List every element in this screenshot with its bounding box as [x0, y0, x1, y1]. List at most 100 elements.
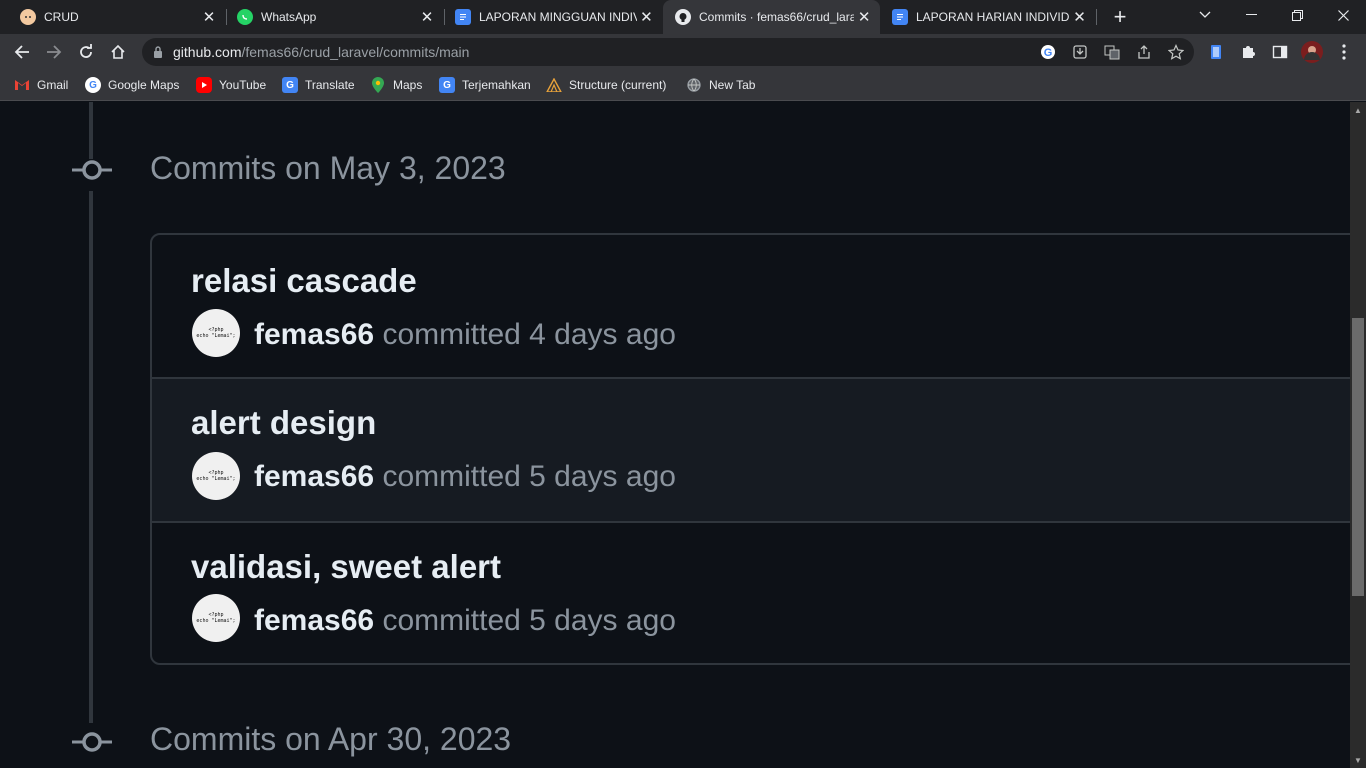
committed-label: committed: [382, 460, 521, 493]
avatar-text: echo "Lemai";: [196, 476, 236, 482]
commit-message-link[interactable]: validasi, sweet alert: [191, 548, 501, 586]
translate-page-icon[interactable]: [1102, 42, 1122, 62]
close-tab-icon[interactable]: ✕: [1070, 7, 1089, 27]
tab-title: LAPORAN MINGGUAN INDIVI: [479, 10, 637, 24]
tab-strip: CRUD ✕ WhatsApp ✕ LAPORAN MINGGUAN INDIV…: [0, 0, 1366, 34]
author-link[interactable]: femas66: [254, 604, 374, 637]
commit-message-link[interactable]: alert design: [191, 404, 376, 442]
commit-time: 5 days ago: [529, 604, 676, 637]
commit-message-link[interactable]: relasi cascade: [191, 262, 417, 300]
github-icon: [675, 9, 691, 25]
translate-icon: G: [282, 77, 298, 93]
commit-meta: femas66 committed 4 days ago: [254, 318, 676, 352]
structure-icon: [546, 77, 562, 93]
bookmark-translate[interactable]: G Translate: [282, 76, 355, 94]
share-icon[interactable]: [1134, 42, 1154, 62]
commit-group-heading: Commits on Apr 30, 2023: [150, 721, 512, 757]
tab-laporan-mingguan[interactable]: LAPORAN MINGGUAN INDIVI ✕: [435, 0, 662, 34]
url-path: /femas66/crud_laravel/commits/main: [241, 44, 470, 60]
bookmark-structure[interactable]: Structure (current): [546, 76, 666, 94]
forward-arrow-icon[interactable]: [40, 38, 68, 66]
cat-face-icon: [20, 9, 36, 25]
translate-icon: G: [439, 77, 455, 93]
commit-time: 5 days ago: [529, 460, 676, 493]
github-commits-page: Commits on May 3, 2023 relasi cascade <?…: [0, 102, 1350, 768]
globe-icon: [686, 77, 702, 93]
home-icon[interactable]: [104, 38, 132, 66]
avatar-text: echo "Lemai";: [196, 618, 236, 624]
tab-title: WhatsApp: [261, 10, 317, 24]
google-docs-icon: [892, 9, 908, 25]
bookmark-label: Structure (current): [569, 78, 667, 92]
tab-title: LAPORAN HARIAN INDIVIDU: [916, 10, 1070, 24]
commit-row: relasi cascade <?php echo "Lemai"; femas…: [152, 235, 1350, 377]
bookmark-gmail[interactable]: Gmail: [14, 76, 68, 94]
lock-icon: [154, 46, 162, 58]
scrollbar-thumb[interactable]: [1352, 318, 1364, 596]
tab-title: CRUD: [44, 10, 79, 24]
commit-row: alert design <?php echo "Lemai"; femas66…: [152, 379, 1350, 521]
git-commit-icon: [72, 160, 112, 180]
back-arrow-icon[interactable]: [8, 38, 36, 66]
scroll-up-arrow-icon[interactable]: ▲: [1350, 102, 1366, 118]
reload-icon[interactable]: [72, 38, 100, 66]
tab-crud[interactable]: CRUD ✕: [0, 0, 225, 34]
page-scrollbar[interactable]: ▲ ▼: [1350, 102, 1366, 768]
bookmark-new-tab[interactable]: New Tab: [686, 76, 755, 94]
side-panel-icon[interactable]: [1266, 38, 1294, 66]
minimize-button[interactable]: [1228, 0, 1274, 30]
bookmark-label: Terjemahkan: [462, 78, 531, 92]
profile-avatar-icon[interactable]: [1298, 38, 1326, 66]
svg-text:G: G: [1044, 47, 1053, 59]
committed-label: committed: [382, 318, 521, 351]
author-link[interactable]: femas66: [254, 318, 374, 351]
close-tab-icon[interactable]: ✕: [637, 7, 656, 27]
bookmark-star-icon[interactable]: [1166, 42, 1186, 62]
address-bar[interactable]: github.com/femas66/crud_laravel/commits/…: [142, 38, 1194, 66]
close-window-button[interactable]: [1320, 0, 1366, 30]
scroll-down-arrow-icon[interactable]: ▼: [1350, 752, 1366, 768]
commit-group-heading: Commits on May 3, 2023: [150, 150, 506, 186]
youtube-icon: [196, 77, 212, 93]
bookmark-terjemahkan[interactable]: G Terjemahkan: [439, 76, 531, 94]
new-tab-button[interactable]: +: [1108, 4, 1132, 29]
google-icon: G: [85, 77, 101, 93]
author-avatar[interactable]: <?php echo "Lemai";: [192, 594, 240, 642]
tab-separator: [1096, 9, 1097, 25]
whatsapp-icon: [237, 9, 253, 25]
commit-list: relasi cascade <?php echo "Lemai"; femas…: [150, 233, 1350, 665]
bookmark-label: YouTube: [219, 78, 267, 92]
author-link[interactable]: femas66: [254, 460, 374, 493]
tab-whatsapp[interactable]: WhatsApp ✕: [217, 0, 443, 34]
url-host: github.com: [173, 44, 242, 60]
commit-meta: femas66 committed 5 days ago: [254, 604, 676, 638]
timeline-line: [89, 102, 93, 159]
tab-laporan-harian[interactable]: LAPORAN HARIAN INDIVIDU ✕: [872, 0, 1095, 34]
bookmark-label: Translate: [305, 78, 355, 92]
bookmark-label: New Tab: [709, 78, 756, 92]
extension-icon[interactable]: [1202, 38, 1230, 66]
committed-label: committed: [382, 604, 521, 637]
commit-row: validasi, sweet alert <?php echo "Lemai"…: [152, 523, 1350, 663]
install-app-icon[interactable]: [1070, 42, 1090, 62]
maps-pin-icon: [370, 77, 386, 93]
bookmark-maps[interactable]: Maps: [370, 76, 422, 94]
browser-toolbar: github.com/femas66/crud_laravel/commits/…: [0, 34, 1366, 70]
bookmark-label: Google Maps: [108, 78, 180, 92]
tab-commits[interactable]: Commits · femas66/crud_lara ✕: [663, 0, 880, 34]
menu-kebab-icon[interactable]: [1330, 38, 1358, 66]
author-avatar[interactable]: <?php echo "Lemai";: [192, 452, 240, 500]
commit-time: 4 days ago: [529, 318, 676, 351]
bookmark-label: Gmail: [37, 78, 69, 92]
bookmark-youtube[interactable]: YouTube: [196, 76, 266, 94]
puzzle-extensions-icon[interactable]: [1234, 38, 1262, 66]
commit-meta: femas66 committed 5 days ago: [254, 460, 676, 494]
bookmark-google-maps[interactable]: G Google Maps: [85, 76, 179, 94]
tab-search-chevron-icon[interactable]: [1182, 0, 1228, 30]
restore-button[interactable]: [1274, 0, 1320, 30]
google-lens-icon[interactable]: G: [1038, 42, 1058, 62]
close-tab-icon[interactable]: ✕: [417, 7, 437, 27]
close-tab-icon[interactable]: ✕: [199, 7, 219, 27]
bookmark-label: Maps: [393, 78, 423, 92]
author-avatar[interactable]: <?php echo "Lemai";: [192, 309, 240, 357]
